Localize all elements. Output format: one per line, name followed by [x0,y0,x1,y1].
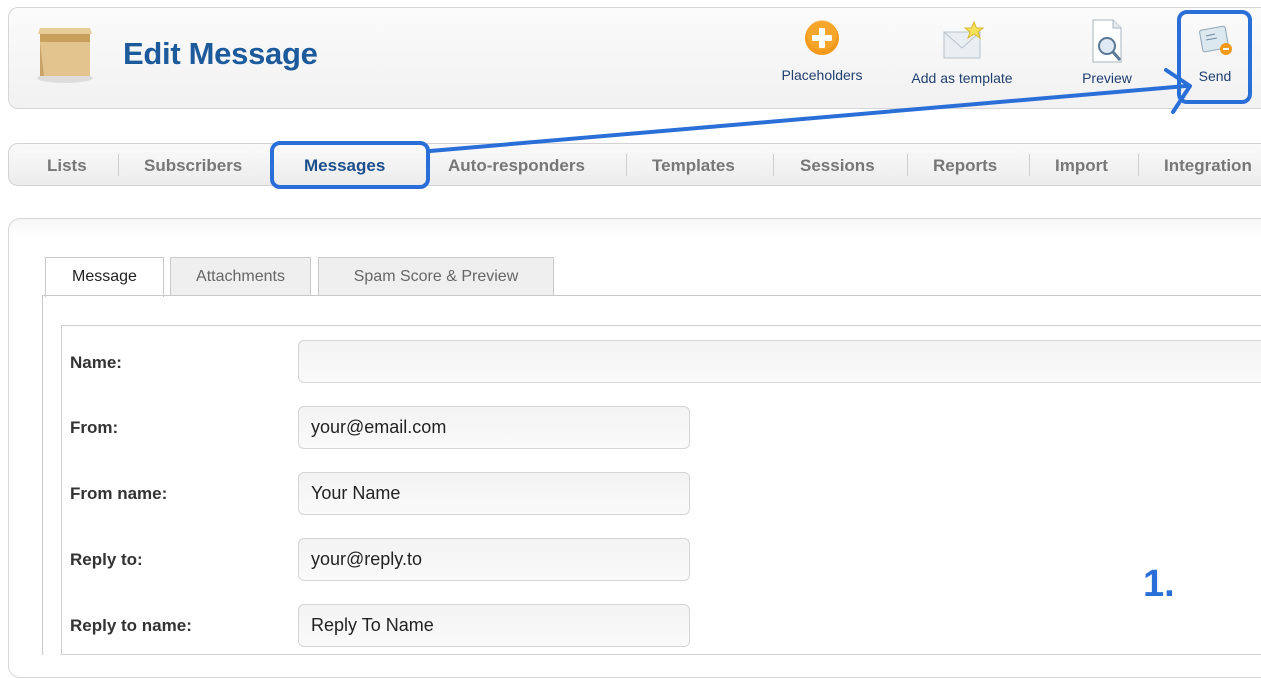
step-number: 1. [1143,563,1175,605]
annotation-arrow [428,68,1192,153]
